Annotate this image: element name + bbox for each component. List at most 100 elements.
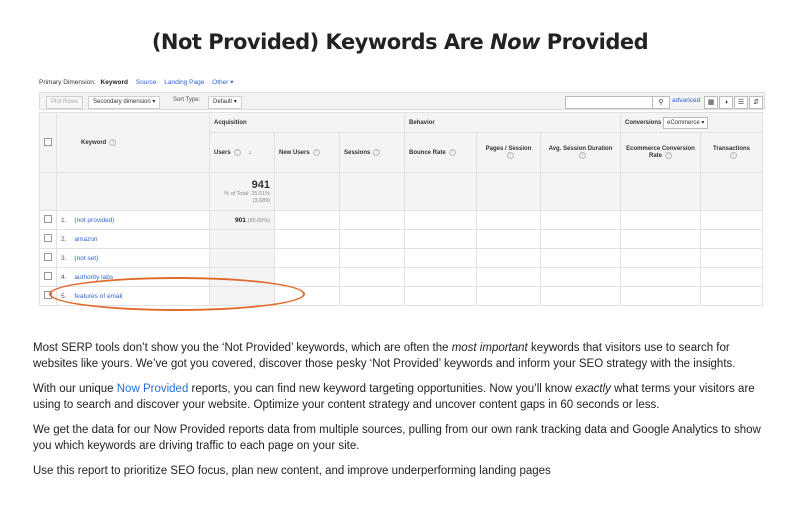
headline-emphasis: Now (490, 30, 540, 54)
keyword-link[interactable]: (not provided) (74, 217, 114, 224)
keyword-link[interactable]: (not set) (74, 255, 98, 262)
help-icon: ? (506, 151, 514, 159)
dimension-link-landing-page[interactable]: Landing Page (164, 79, 204, 86)
ecommerce-rate-header-label: Ecommerce Conversion Rate (626, 145, 695, 160)
pie-view-button[interactable]: ◑ (719, 96, 733, 109)
chevron-down-icon: ▾ (701, 119, 705, 126)
conversions-group-header: Conversions eCommerce ▾ (620, 112, 763, 133)
report-toolbar: Plot Rows Secondary dimension ▾ Sort Typ… (39, 92, 765, 110)
table-search-input[interactable] (565, 96, 653, 109)
conversion-type-value: eCommerce (667, 119, 700, 126)
help-icon: ? (109, 138, 117, 146)
conversions-label: Conversions (625, 119, 662, 126)
pages-session-column-header[interactable]: Pages / Session? (476, 132, 541, 173)
chevron-down-icon: ▾ (152, 99, 156, 105)
row-checkbox[interactable] (44, 272, 52, 280)
keyword-column-header[interactable]: Keyword? (56, 112, 210, 173)
search-button[interactable]: ⚲ (652, 96, 670, 109)
behavior-group-header: Behavior (404, 112, 621, 133)
keyword-header-label: Keyword (81, 140, 107, 147)
table-row: 3. (not set) (39, 248, 763, 268)
users-value: 901 (235, 216, 246, 224)
magnifier-icon: ⚲ (658, 99, 664, 106)
dimension-link-other-label: Other (212, 79, 229, 86)
users-cell (209, 248, 275, 268)
comparison-view-button[interactable]: ⇵ (749, 96, 763, 109)
help-icon: ? (578, 151, 586, 159)
paragraph-3: We get the data for our Now Provided rep… (33, 424, 761, 452)
description-text: Most SERP tools don’t show you the ‘Not … (33, 340, 768, 488)
bounce-rate-header-label: Bounce Rate (409, 150, 446, 157)
select-all-cell (39, 112, 57, 173)
primary-dimension-current: Keyword (100, 79, 128, 86)
users-cell (209, 229, 275, 249)
dimension-link-source[interactable]: Source (136, 79, 157, 86)
paragraph-2: With our unique Now Provided reports, yo… (33, 383, 755, 411)
pie-chart-icon: ◑ (723, 99, 729, 106)
performance-view-button[interactable]: ☰ (734, 96, 748, 109)
users-total-absolute: (3,689) (252, 197, 270, 204)
sessions-header-label: Sessions (344, 150, 371, 157)
row-number: 2. (61, 235, 67, 243)
analytics-report-screenshot: Primary Dimension: Keyword Source Landin… (33, 72, 765, 316)
users-total-percent: % of Total: 25.51% (224, 190, 270, 197)
transactions-header-label: Transactions (712, 145, 750, 152)
highlight-oval (49, 277, 305, 311)
chevron-down-icon: ▾ (233, 99, 237, 105)
help-icon: ? (373, 148, 381, 156)
avg-session-column-header[interactable]: Avg. Session Duration? (540, 132, 621, 173)
help-icon: ? (312, 148, 320, 156)
row-number: 1. (61, 216, 67, 224)
secondary-dimension-select[interactable]: Secondary dimension ▾ (88, 96, 161, 109)
page-headline: (Not Provided) Keywords Are Now Provided (0, 30, 800, 54)
table-row: 1. (not provided) 901 (95.65%) (39, 210, 763, 230)
help-icon: ? (729, 151, 737, 159)
new-users-column-header[interactable]: New Users? (274, 132, 340, 173)
plot-rows-button[interactable]: Plot Rows (46, 96, 84, 109)
sort-type-select[interactable]: Default ▾ (208, 96, 242, 109)
row-checkbox[interactable] (44, 234, 52, 242)
totals-row: 941 % of Total: 25.51% (3,689) (39, 172, 763, 211)
headline-part2: Provided (539, 30, 649, 54)
compare-icon: ⇵ (753, 99, 759, 106)
users-total-cell: 941 % of Total: 25.51% (3,689) (209, 172, 275, 211)
table-row: 2. amazon (39, 229, 763, 249)
emphasis-most-important: most important (451, 342, 528, 354)
bounce-rate-column-header[interactable]: Bounce Rate? (404, 132, 477, 173)
users-cell: 901 (95.65%) (209, 210, 275, 230)
chevron-down-icon: ▾ (230, 79, 234, 86)
now-provided-link[interactable]: Now Provided (117, 383, 189, 395)
row-number: 4. (61, 273, 67, 281)
select-all-checkbox[interactable] (44, 137, 52, 146)
row-checkbox[interactable] (44, 253, 52, 261)
keyword-link[interactable]: amazon (74, 236, 97, 243)
secondary-dimension-label: Secondary dimension (93, 99, 151, 105)
group-header-row: Keyword? Acquisition Behavior Conversion… (39, 112, 763, 173)
users-header-label: Users (214, 150, 231, 157)
users-column-header[interactable]: Users? ↓ (209, 132, 275, 173)
sort-type-label: Sort Type: (173, 97, 201, 103)
sessions-column-header[interactable]: Sessions? (339, 132, 405, 173)
headline-part1: (Not Provided) Keywords Are (151, 30, 491, 54)
help-icon: ? (665, 151, 672, 159)
sort-type-value: Default (213, 99, 233, 105)
conversion-type-select[interactable]: eCommerce ▾ (663, 116, 709, 129)
paragraph-1: Most SERP tools don’t show you the ‘Not … (33, 342, 736, 370)
acquisition-group-header: Acquisition (209, 112, 405, 133)
ecommerce-rate-column-header[interactable]: Ecommerce Conversion Rate? (620, 132, 701, 173)
grid-icon: ▦ (707, 99, 715, 106)
advanced-filter-link[interactable]: advanced (672, 97, 700, 104)
new-users-header-label: New Users (279, 150, 310, 157)
row-checkbox[interactable] (44, 215, 52, 223)
help-icon: ? (448, 148, 456, 156)
paragraph-4: Use this report to prioritize SEO focus,… (33, 465, 551, 477)
table-view-button[interactable]: ▦ (704, 96, 718, 109)
transactions-column-header[interactable]: Transactions? (700, 132, 763, 173)
dimension-link-other[interactable]: Other ▾ (212, 79, 233, 86)
emphasis-exactly: exactly (575, 383, 611, 395)
primary-dimension-label: Primary Dimension: (39, 79, 96, 86)
users-total-value: 941 (251, 178, 270, 191)
bars-icon: ☰ (737, 99, 745, 106)
help-icon: ? (233, 148, 241, 156)
avg-session-header-label: Avg. Session Duration (548, 145, 613, 152)
